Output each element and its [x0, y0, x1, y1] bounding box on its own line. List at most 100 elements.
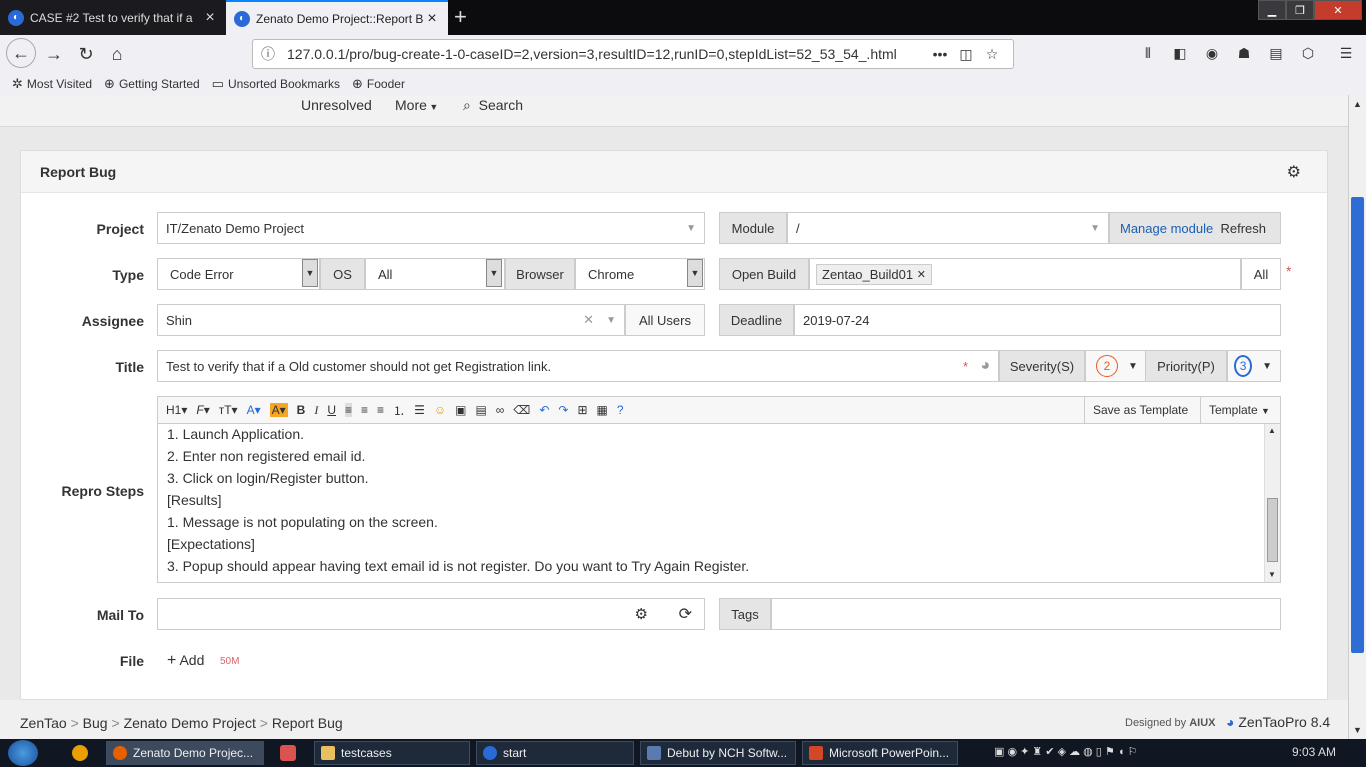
extension-icon[interactable]: ⬡ — [1298, 45, 1318, 63]
aiux-logo[interactable]: AIUX — [1189, 717, 1215, 729]
chrome-icon[interactable] — [72, 745, 88, 761]
menu-more[interactable]: More ▼ — [395, 97, 438, 113]
close-tab-icon[interactable]: × — [202, 9, 218, 27]
eraser-icon[interactable]: ⌫ — [513, 403, 530, 417]
template-dropdown[interactable]: Template ▼ — [1200, 397, 1278, 423]
module-select[interactable]: / ▼ — [787, 212, 1109, 244]
refresh-icon[interactable]: ⟳ — [679, 604, 692, 624]
maximize-icon[interactable]: ❐ — [1286, 0, 1314, 20]
scroll-down-icon[interactable]: ▼ — [1268, 570, 1276, 579]
tab-case-2[interactable]: ◐ CASE #2 Test to verify that if a × — [0, 0, 226, 35]
breadcrumb-item[interactable]: ZenTao — [20, 715, 67, 731]
table-icon[interactable]: ⊞ — [577, 403, 587, 417]
forward-icon[interactable]: → — [40, 41, 68, 67]
new-tab-icon[interactable]: + — [454, 4, 467, 30]
mail-to-input[interactable]: ⚙ ⟳ — [157, 598, 705, 630]
clear-icon[interactable]: ✕ — [583, 312, 594, 328]
breadcrumb-item[interactable]: Zenato Demo Project — [124, 715, 256, 731]
emoji-icon[interactable]: ☺ — [434, 403, 446, 417]
help-icon[interactable]: ? — [617, 403, 624, 417]
align-right-icon[interactable]: ≡ — [377, 403, 384, 417]
media-icon[interactable]: ▤ — [475, 403, 486, 417]
menu-search[interactable]: ⌕ Search — [463, 97, 523, 114]
refresh-link[interactable]: Refresh — [1220, 221, 1266, 236]
start-button-icon[interactable] — [8, 740, 38, 766]
gear-icon[interactable]: ⚙ — [635, 605, 648, 623]
editor-scrollbar[interactable]: ▲ ▼ — [1264, 424, 1280, 582]
bookmark-fooder[interactable]: ⊕ Fooder — [352, 76, 405, 92]
info-icon[interactable]: ⓘ — [261, 44, 279, 64]
close-tab-icon[interactable]: × — [424, 10, 440, 28]
palette-icon[interactable]: ◕ — [980, 357, 990, 375]
library-icon[interactable]: ⫴ — [1138, 45, 1158, 63]
font-color-icon[interactable]: A▾ — [247, 403, 261, 417]
breadcrumb-item[interactable]: Bug — [83, 715, 108, 731]
remove-tag-icon[interactable]: ✕ — [917, 268, 926, 281]
os-select[interactable]: All — [365, 258, 505, 290]
type-select[interactable]: Code Error — [157, 258, 320, 290]
zentao-brand[interactable]: ◕ ZenTaoPro 8.4 — [1226, 714, 1330, 730]
save-as-template-button[interactable]: Save as Template — [1084, 397, 1196, 423]
chevron-down-icon[interactable]: ▼ — [486, 259, 502, 287]
extension-icon[interactable]: ◉ — [1202, 45, 1222, 63]
font-size-icon[interactable]: тT▾ — [219, 403, 238, 417]
menu-icon[interactable]: ☰ — [1336, 45, 1356, 63]
browser-select[interactable]: Chrome — [575, 258, 705, 290]
open-build-all-button[interactable]: All — [1241, 258, 1281, 290]
sidebar-icon[interactable]: ◧ — [1170, 45, 1190, 63]
bookmark-getting-started[interactable]: ⊕ Getting Started — [104, 76, 200, 92]
heading-icon[interactable]: H1▾ — [166, 403, 187, 417]
add-file-button[interactable]: + Add — [167, 652, 204, 670]
tray-icons[interactable]: ▣ ◉ ✦ ♜ ✔ ◈ ☁ ◍ ▯ ⚑ ◖ ⚐ — [994, 745, 1137, 758]
clock[interactable]: 9:03 AM — [1292, 745, 1336, 759]
project-select[interactable]: IT/Zenato Demo Project ▼ — [157, 212, 705, 244]
taskbar-item-firefox[interactable]: Zenato Demo Projec... — [106, 741, 264, 765]
font-family-icon[interactable]: F▾ — [196, 403, 209, 417]
all-users-button[interactable]: All Users — [625, 304, 705, 336]
scroll-up-icon[interactable]: ▲ — [1268, 426, 1276, 435]
extension-icon[interactable]: ▤ — [1266, 45, 1286, 63]
align-left-icon[interactable]: ≡ — [345, 403, 353, 417]
assignee-select[interactable]: Shin ✕ ▼ — [157, 304, 625, 336]
align-center-icon[interactable]: ≡ — [361, 403, 368, 417]
bold-icon[interactable]: B — [297, 403, 306, 417]
scroll-up-icon[interactable]: ▲ — [1353, 99, 1362, 109]
bookmark-unsorted[interactable]: ▭ Unsorted Bookmarks — [212, 76, 340, 92]
minimize-icon[interactable]: ▁ — [1258, 0, 1286, 20]
chevron-down-icon[interactable]: ▼ — [687, 259, 703, 287]
back-icon[interactable]: ← — [6, 38, 36, 68]
reload-icon[interactable]: ↻ — [72, 41, 100, 67]
home-icon[interactable]: ⌂ — [103, 41, 131, 67]
gear-icon[interactable]: ⚙ — [1287, 162, 1301, 182]
ordered-list-icon[interactable]: ⒈ — [393, 402, 405, 419]
deadline-input[interactable]: 2019-07-24 — [794, 304, 1281, 336]
image-icon[interactable]: ▣ — [455, 403, 466, 417]
repro-steps-editor[interactable]: 1. Launch Application. 2. Enter non regi… — [157, 424, 1281, 583]
underline-icon[interactable]: U — [327, 403, 336, 417]
editor-scroll-thumb[interactable] — [1267, 498, 1278, 562]
highlight-icon[interactable]: A▾ — [269, 403, 288, 417]
tab-report-bug[interactable]: ◐ Zenato Demo Project::Report B × — [226, 0, 448, 35]
page-scroll-thumb[interactable] — [1351, 197, 1364, 653]
tags-input[interactable] — [771, 598, 1281, 630]
url-bar[interactable]: ⓘ 127.0.0.1/pro/bug-create-1-0-caseID=2,… — [252, 39, 1014, 69]
menu-unresolved[interactable]: Unresolved — [301, 97, 372, 113]
taskbar-item-powerpoint[interactable]: Microsoft PowerPoin... — [802, 741, 958, 765]
template-icon[interactable]: ▦ — [597, 403, 608, 417]
taskbar-item-start[interactable]: start — [476, 741, 634, 765]
chevron-down-icon[interactable]: ▼ — [302, 259, 318, 287]
page-scrollbar[interactable]: ▲ ▼ — [1348, 95, 1366, 739]
app-icon[interactable] — [280, 745, 296, 761]
page-actions-icon[interactable]: ••• — [927, 46, 953, 62]
extension-icon[interactable]: ☗ — [1234, 45, 1254, 63]
close-window-icon[interactable]: ✕ — [1314, 0, 1362, 20]
manage-module-link[interactable]: Manage module — [1120, 221, 1213, 236]
undo-icon[interactable]: ↶ — [539, 403, 549, 417]
italic-icon[interactable]: I — [314, 403, 318, 418]
pocket-icon[interactable]: ◫ — [953, 46, 979, 63]
taskbar-item-debut[interactable]: Debut by NCH Softw... — [640, 741, 796, 765]
scroll-down-icon[interactable]: ▼ — [1353, 725, 1362, 735]
redo-icon[interactable]: ↷ — [558, 403, 568, 417]
open-build-input[interactable]: Zentao_Build01 ✕ — [809, 258, 1241, 290]
bookmark-star-icon[interactable]: ☆ — [979, 46, 1005, 63]
